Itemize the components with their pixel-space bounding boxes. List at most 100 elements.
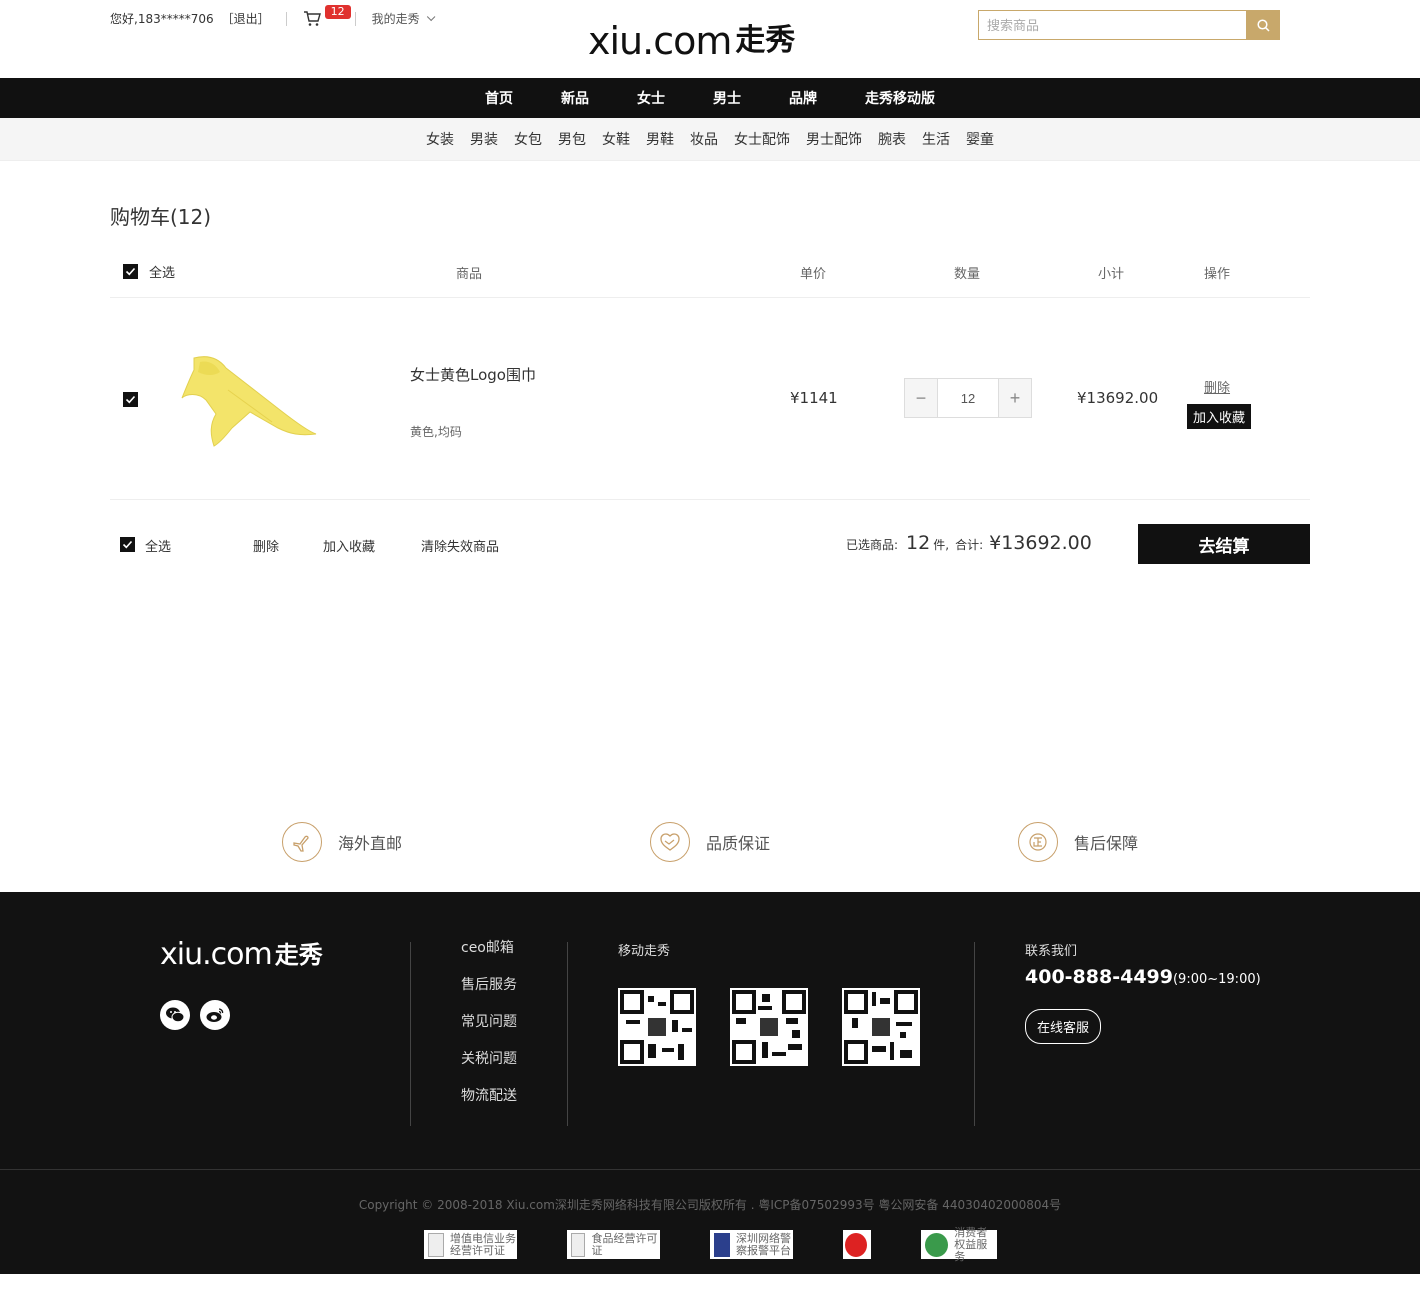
check-icon [125,267,136,276]
service-label: 海外直邮 [338,834,403,853]
emblem-badge[interactable] [843,1230,871,1259]
delete-item-link[interactable]: 删除 [1204,377,1230,396]
nav-item-home[interactable]: 首页 [485,88,513,108]
consumer-rights-badge[interactable]: 消费者 权益服务 [921,1226,997,1262]
user-area: 您好,183*****706 ［退出］ 12 我的走秀 [110,4,436,27]
total-amount: ¥13692.00 [989,532,1092,554]
footer-logo-latin: xiu.com [160,937,273,972]
check-icon [122,540,133,549]
category-link[interactable]: 男鞋 [646,129,674,149]
my-xiu-menu[interactable]: 我的走秀 [372,10,436,27]
certificate-icon [571,1232,586,1257]
site-footer: xiu.com 走秀 ceo邮箱 售后服务 常见问题 关税问题 物流配送 移动走… [0,892,1420,1274]
mobile-title: 移动走秀 [618,944,671,959]
add-to-favorites-button[interactable]: 加入收藏 [1187,404,1252,429]
search-input[interactable] [978,10,1246,40]
category-link[interactable]: 男装 [470,129,498,149]
footer-link[interactable]: 关税问题 [461,1051,517,1068]
checkbox[interactable] [123,264,138,279]
chevron-down-icon [426,12,436,21]
bulk-delete-link[interactable]: 删除 [253,536,279,555]
clear-invalid-link[interactable]: 清除失效商品 [421,536,499,555]
category-link[interactable]: 妆品 [690,129,718,149]
telecom-license-badge[interactable]: 增值电信业务 经营许可证 [424,1230,517,1259]
category-link[interactable]: 腕表 [878,129,906,149]
category-link[interactable]: 女鞋 [602,129,630,149]
cart-icon [303,10,321,26]
column-quantity: 数量 [954,267,981,282]
search-box [978,10,1280,40]
nav-item-men[interactable]: 男士 [713,88,741,108]
nav-item-new[interactable]: 新品 [561,88,589,108]
category-link[interactable]: 男包 [558,129,586,149]
online-service-button[interactable]: 在线客服 [1025,1009,1102,1044]
quantity-input[interactable] [937,379,999,417]
footer-links: ceo邮箱 售后服务 常见问题 关税问题 物流配送 [461,940,517,1125]
mini-cart[interactable]: 12 [303,4,351,27]
wechat-icon[interactable] [160,1000,190,1030]
item-subtotal: ¥13692.00 [1077,389,1159,407]
cart-footer-bar: 全选 删除 加入收藏 清除失效商品 已选商品: 12 件, 合计: ¥13692… [110,500,1310,590]
service-quality: 品质保证 [650,822,770,862]
decrease-button[interactable]: − [905,379,937,417]
category-link[interactable]: 生活 [922,129,950,149]
logout-link[interactable]: ［退出］ [222,10,270,27]
search-button[interactable] [1246,10,1280,40]
police-report-badge[interactable]: 深圳网络警 察报警平台 [710,1230,793,1259]
footer-select-all-checkbox[interactable] [120,537,135,552]
divider [285,11,287,26]
category-link[interactable]: 女装 [426,129,454,149]
select-all-checkbox[interactable] [123,264,138,281]
product-spec: 黄色,均码 [410,425,462,439]
count-unit: 件, [933,538,950,552]
footer-logo-cn: 走秀 [274,941,323,969]
increase-button[interactable]: + [999,379,1031,417]
food-license-badge[interactable]: 食品经营许可证 [567,1230,660,1259]
footer-logo: xiu.com 走秀 [160,940,323,970]
cart-summary: 已选商品: 12 件, 合计: ¥13692.00 [846,532,1092,554]
primary-nav: 首页 新品 女士 男士 品牌 走秀移动版 [0,78,1420,118]
quantity-stepper: − + [904,378,1032,418]
category-link[interactable]: 女士配饰 [734,129,790,149]
footer-link[interactable]: 售后服务 [461,977,517,994]
service-label: 售后保障 [1074,834,1139,853]
consumer-icon [925,1232,949,1257]
divider [567,942,568,1126]
weibo-icon[interactable] [200,1000,230,1030]
divider [410,942,411,1126]
footer-link[interactable]: ceo邮箱 [461,940,517,957]
footer-link[interactable]: 物流配送 [461,1088,517,1105]
badge-text: 经营许可证 [450,1243,505,1257]
service-aftersales: 售后保障 [1018,822,1138,862]
service-hours: (9:00~19:00) [1172,972,1261,987]
nav-item-women[interactable]: 女士 [637,88,665,108]
checkout-button[interactable]: 去结算 [1138,524,1310,564]
nav-item-brands[interactable]: 品牌 [789,88,817,108]
certificate-icon [428,1232,444,1257]
plane-icon [282,822,322,862]
column-product: 商品 [456,267,483,282]
site-logo[interactable]: xiu.com 走秀 [588,22,795,60]
bulk-favorite-link[interactable]: 加入收藏 [323,536,375,555]
footer-select-all-label: 全选 [145,540,172,555]
product-name-link[interactable]: 女士黄色Logo围巾 [410,364,536,385]
category-link[interactable]: 婴童 [966,129,994,149]
category-link[interactable]: 女包 [514,129,542,149]
qr-code [730,988,808,1066]
item-checkbox[interactable] [123,392,138,407]
product-image[interactable] [180,350,320,450]
qr-code [842,988,920,1066]
service-strip: 海外直邮 品质保证 售后保障 [0,820,1420,864]
nav-item-mobile[interactable]: 走秀移动版 [865,88,935,108]
footer-link[interactable]: 常见问题 [461,1014,517,1031]
column-action: 操作 [1204,267,1231,282]
page-title: 购物车(12) [110,205,212,229]
handshake-icon [650,822,690,862]
cart-count-badge: 12 [324,4,351,19]
cart-section: 购物车(12) 全选 商品 单价 数量 小计 操作 女士黄色Logo围巾 黄色,… [110,161,1310,590]
cart-table-header: 全选 商品 单价 数量 小计 操作 [110,244,1310,298]
category-link[interactable]: 男士配饰 [806,129,862,149]
unit-price: ¥1141 [790,389,838,407]
phone-number: 400-888-4499 [1025,966,1173,988]
column-subtotal: 小计 [1098,267,1125,282]
